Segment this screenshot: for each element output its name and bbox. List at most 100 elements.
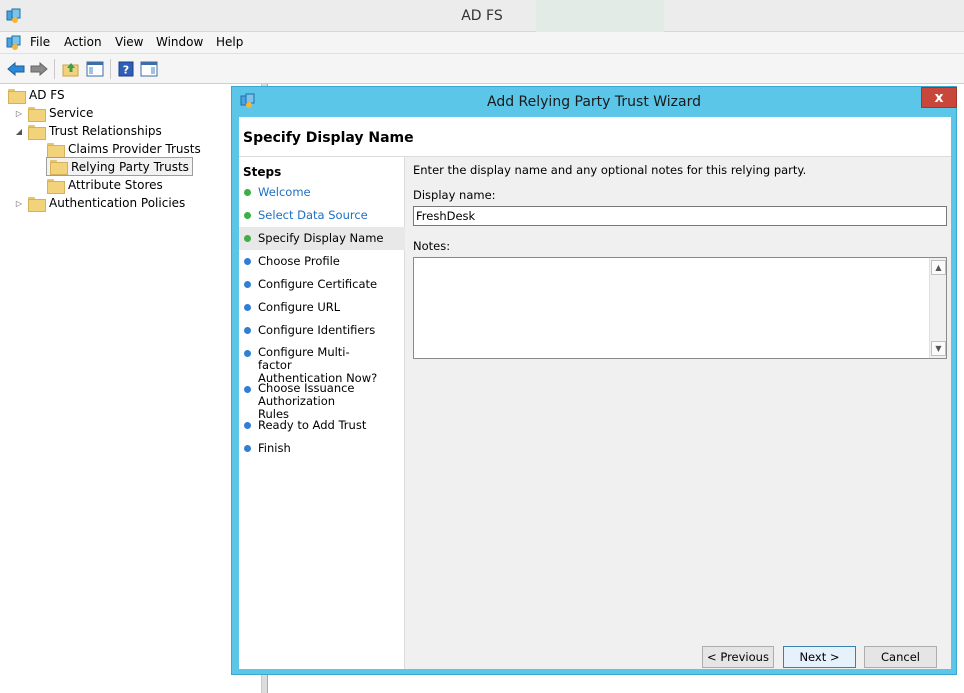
action-pane-icon[interactable] [138, 58, 160, 80]
menu-help[interactable]: Help [216, 35, 243, 49]
display-name-input[interactable] [413, 206, 947, 226]
next-button[interactable]: Next > [783, 646, 856, 668]
menu-bar: File Action View Window Help [0, 32, 964, 54]
tree-item-label: Attribute Stores [68, 178, 163, 192]
step-label: Ready to Add Trust [258, 418, 367, 432]
steps-title: Steps [243, 165, 282, 179]
close-button[interactable]: x [921, 87, 957, 108]
scroll-up-icon[interactable]: ▲ [931, 260, 946, 275]
folder-icon [28, 106, 46, 122]
notes-scrollbar[interactable]: ▲ ▼ [929, 258, 946, 358]
step-choose-issuance-authorization-rules: Choose Issuance Authorization Rules [239, 382, 405, 421]
system-menu-icon[interactable] [6, 35, 22, 54]
window-titlebar: AD FS [0, 0, 964, 32]
step-label: Choose Issuance Authorization Rules [258, 381, 355, 421]
tree-item-trust-relationships[interactable]: ◢ Trust Relationships [14, 122, 162, 140]
tree-item-label: Authentication Policies [49, 196, 186, 210]
close-icon: x [934, 89, 944, 106]
tree-item-authentication-policies[interactable]: ▷ Authentication Policies [14, 194, 185, 212]
menu-view[interactable]: View [115, 35, 143, 49]
tree-item-label: Service [49, 106, 94, 120]
wizard-content: Enter the display name and any optional … [406, 157, 951, 669]
tree-item-attribute-stores[interactable]: Attribute Stores [47, 176, 163, 194]
step-pending-icon [244, 445, 251, 452]
expand-icon[interactable]: ▷ [14, 199, 24, 208]
step-label: Configure Certificate [258, 277, 378, 291]
tree-item-relying-party-trusts[interactable]: Relying Party Trusts [46, 157, 193, 176]
step-done-icon [244, 212, 251, 219]
folder-icon [28, 196, 46, 212]
tree-item-label: AD FS [29, 88, 65, 102]
tree-item-label: Relying Party Trusts [71, 159, 189, 174]
folder-icon [47, 142, 65, 158]
tree-item-claims-provider-trusts[interactable]: Claims Provider Trusts [47, 140, 201, 158]
menu-file[interactable]: File [30, 35, 50, 49]
tree-item-service[interactable]: ▷ Service [14, 104, 93, 122]
toolbar-separator [54, 59, 55, 79]
svg-text:?: ? [123, 64, 129, 77]
help-icon[interactable]: ? [115, 58, 137, 80]
collapse-icon[interactable]: ◢ [14, 127, 24, 136]
page-title: Specify Display Name [243, 130, 414, 146]
toolbar-separator [110, 59, 111, 79]
wizard-header: Specify Display Name [239, 117, 951, 157]
step-label: Configure URL [258, 300, 341, 314]
step-pending-icon [244, 281, 251, 288]
tree-item-adfs[interactable]: AD FS [8, 86, 65, 104]
step-label: Finish [258, 441, 291, 455]
dialog-title: Add Relying Party Trust Wizard [486, 94, 702, 110]
step-configure-certificate: Configure Certificate [239, 277, 405, 291]
step-specify-display-name: Specify Display Name [239, 227, 405, 250]
step-choose-profile: Choose Profile [239, 254, 405, 268]
step-label: Specify Display Name [258, 231, 384, 245]
step-label: Choose Profile [258, 254, 340, 268]
step-label: Configure Multi-factor Authentication No… [258, 345, 378, 385]
step-configure-url: Configure URL [239, 300, 405, 314]
show-hide-tree-icon[interactable] [84, 58, 106, 80]
step-current-icon [244, 235, 251, 242]
dialog-titlebar[interactable]: Add Relying Party Trust Wizard x [232, 87, 957, 117]
notes-input[interactable] [414, 258, 929, 358]
step-pending-icon [244, 422, 251, 429]
folder-icon [50, 160, 68, 175]
forward-arrow-icon[interactable] [28, 58, 50, 80]
up-folder-icon[interactable] [60, 58, 82, 80]
step-pending-icon [244, 258, 251, 265]
console-tree: AD FS ▷ Service ◢ Trust Relationships Cl… [2, 84, 262, 693]
step-configure-multi-factor: Configure Multi-factor Authentication No… [239, 346, 405, 385]
toolbar: ? [0, 54, 964, 84]
step-pending-icon [244, 304, 251, 311]
menu-action[interactable]: Action [64, 35, 102, 49]
dialog-body: Specify Display Name Steps Welcome Selec… [239, 117, 951, 669]
step-label: Select Data Source [258, 208, 368, 222]
folder-icon [28, 124, 46, 140]
window-title: AD FS [461, 8, 503, 24]
cancel-button[interactable]: Cancel [864, 646, 937, 668]
tree-item-label: Claims Provider Trusts [68, 142, 201, 156]
back-arrow-icon[interactable] [5, 58, 27, 80]
step-pending-icon [244, 327, 251, 334]
previous-button[interactable]: < Previous [702, 646, 774, 668]
intro-text: Enter the display name and any optional … [413, 163, 807, 177]
step-pending-icon [244, 386, 251, 393]
menu-window[interactable]: Window [156, 35, 203, 49]
notes-field[interactable]: ▲ ▼ [413, 257, 947, 359]
folder-icon [47, 178, 65, 194]
notes-label: Notes: [413, 239, 451, 253]
step-welcome[interactable]: Welcome [239, 185, 405, 199]
step-label: Configure Identifiers [258, 323, 376, 337]
wizard-steps: Steps Welcome Select Data Source Specify… [239, 157, 405, 669]
expand-icon[interactable]: ▷ [14, 109, 24, 118]
step-finish: Finish [239, 441, 405, 455]
step-configure-identifiers: Configure Identifiers [239, 323, 405, 337]
step-ready-to-add-trust: Ready to Add Trust [239, 418, 405, 432]
step-select-data-source[interactable]: Select Data Source [239, 208, 405, 222]
tree-item-label: Trust Relationships [49, 124, 162, 138]
scroll-down-icon[interactable]: ▼ [931, 341, 946, 356]
add-relying-party-trust-wizard: Add Relying Party Trust Wizard x Specify… [231, 86, 957, 675]
display-name-label: Display name: [413, 188, 496, 202]
step-done-icon [244, 189, 251, 196]
folder-icon [8, 88, 26, 104]
step-pending-icon [244, 350, 251, 357]
step-label: Welcome [258, 185, 311, 199]
